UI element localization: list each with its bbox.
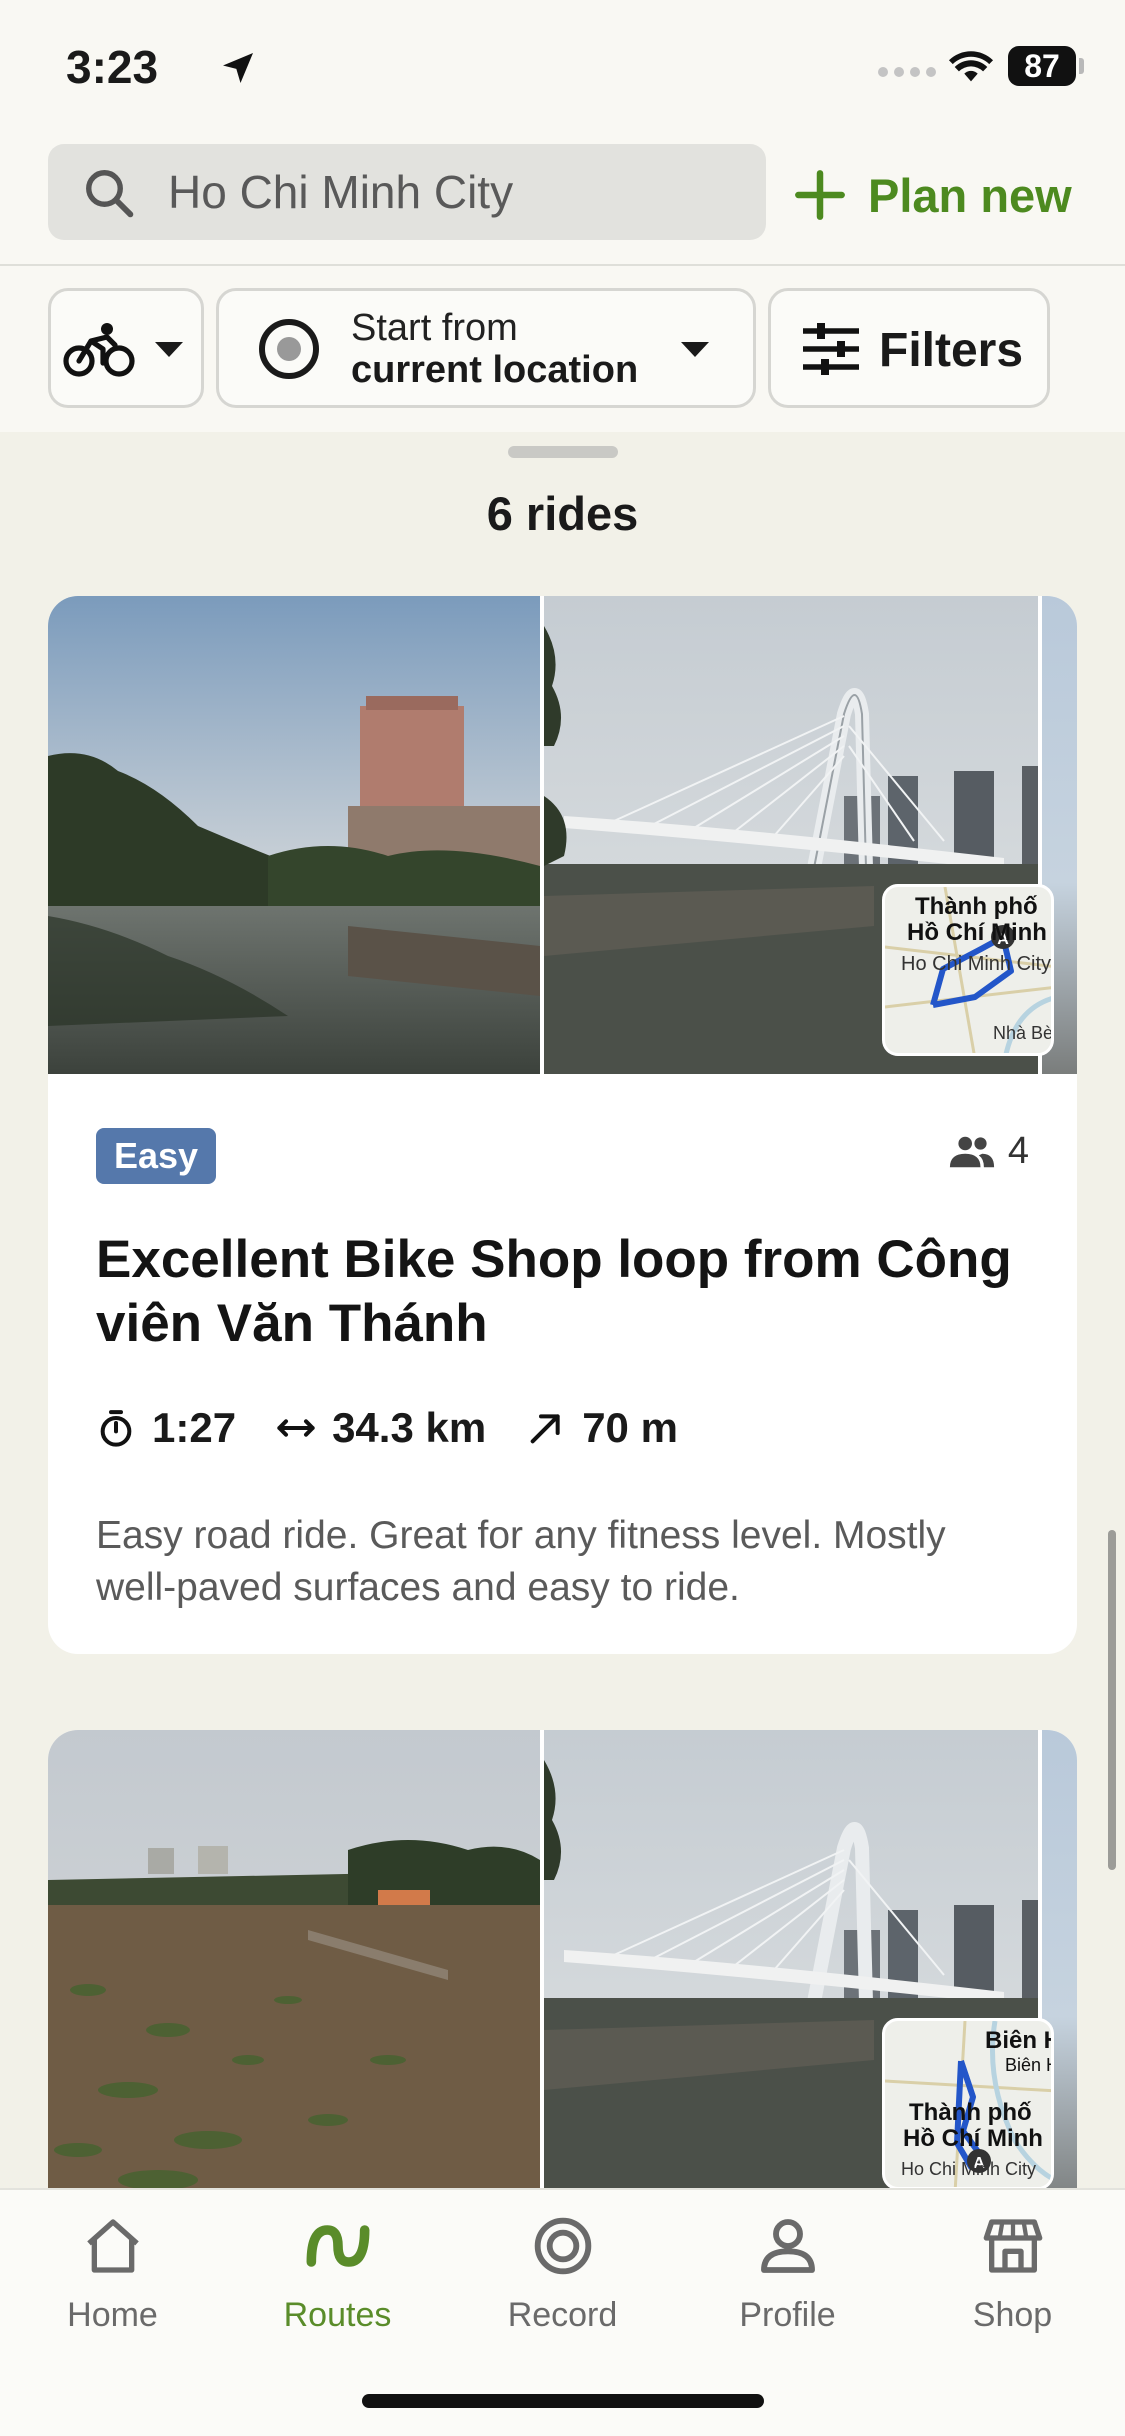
distance-value: 34.3 km <box>332 1404 487 1451</box>
elevation-value: 70 m <box>582 1404 678 1451</box>
filters-label: Filters <box>879 324 1024 377</box>
location-arrow-icon <box>223 53 253 83</box>
distance-arrows-icon <box>277 1419 315 1437</box>
tab-label: Home <box>67 2296 158 2334</box>
map-label: Thành phố <box>909 2099 1032 2126</box>
tab-shop[interactable]: Shop <box>900 2214 1125 2335</box>
shop-icon <box>983 2219 1042 2273</box>
filters-button[interactable]: Filters <box>768 288 1050 408</box>
tab-label: Shop <box>972 2296 1053 2334</box>
sport-type-dropdown[interactable] <box>48 288 204 408</box>
search-icon <box>86 170 134 218</box>
map-label: Nhà Bè <box>993 1023 1054 1043</box>
route-minimap[interactable]: A Thành phố Hồ Chí Minh Ho Chi Minh City… <box>882 884 1054 1056</box>
ride-photo-river <box>48 596 540 1074</box>
tab-routes[interactable]: Routes <box>225 2214 450 2335</box>
routes-icon <box>306 2225 369 2267</box>
bike-icon <box>63 323 135 377</box>
scrollbar[interactable] <box>1108 1530 1116 1870</box>
sheet-drag-handle[interactable] <box>508 446 618 458</box>
cellular-signal-icon <box>878 64 942 82</box>
ride-title: Excellent Bike Shop loop from Công viên … <box>96 1230 1012 1353</box>
duration-value: 1:27 <box>152 1404 237 1451</box>
map-label: Ho Chi Minh City <box>901 953 1052 975</box>
status-bar: 3:23 87 <box>0 0 1125 140</box>
ride-card[interactable]: A Thành phố Hồ Chí Minh Ho Chi Minh City… <box>48 596 1077 1654</box>
battery-tip <box>1079 58 1084 74</box>
distance-stat: 34.3 km <box>276 1404 486 1452</box>
map-label: Ho Chi Minh City <box>901 2159 1037 2179</box>
ride-count: 6 rides <box>486 487 639 540</box>
map-label: Hồ Chí Minh <box>907 919 1047 946</box>
plan-new-button[interactable]: Plan new <box>794 160 1072 230</box>
photo-carousel[interactable]: A Biên H Biên H Thành phố Hồ Chí Minh Ho… <box>48 1730 1077 2188</box>
route-minimap[interactable]: A Biên H Biên H Thành phố Hồ Chí Minh Ho… <box>882 2018 1054 2188</box>
search-input[interactable] <box>168 144 748 240</box>
home-indicator[interactable] <box>362 2394 764 2408</box>
ride-card[interactable]: A Biên H Biên H Thành phố Hồ Chí Minh Ho… <box>48 1730 1077 2188</box>
rider-count-value: 4 <box>1007 1130 1029 1172</box>
profile-icon <box>760 2219 815 2273</box>
elevation-stat: 70 m <box>526 1404 678 1452</box>
plus-icon <box>795 170 845 220</box>
tab-profile[interactable]: Profile <box>675 2214 900 2335</box>
chevron-down-icon <box>681 342 709 357</box>
tab-record[interactable]: Record <box>450 2214 675 2335</box>
stopwatch-icon <box>100 1410 132 1447</box>
photo-carousel[interactable]: A Thành phố Hồ Chí Minh Ho Chi Minh City… <box>48 596 1077 1074</box>
sliders-icon <box>803 323 859 375</box>
duration-stat: 1:27 <box>96 1404 236 1452</box>
record-icon <box>534 2217 591 2275</box>
status-time: 3:23 <box>66 41 159 93</box>
wifi-icon <box>948 51 994 82</box>
ride-description: Easy road ride. Great for any fitness le… <box>96 1514 946 1609</box>
current-location-icon <box>259 319 319 379</box>
difficulty-badge: Easy <box>96 1128 217 1184</box>
start-label: Start from <box>351 307 518 349</box>
chevron-down-icon <box>155 342 183 357</box>
battery-indicator: 87 <box>1008 46 1076 86</box>
search-bar[interactable] <box>48 144 766 240</box>
start-location-dropdown[interactable]: Start from current location <box>216 288 756 408</box>
map-label: Thành phố <box>915 893 1038 920</box>
start-value: current location <box>351 349 639 391</box>
tab-label: Profile <box>739 2296 836 2334</box>
people-icon <box>949 1136 994 1167</box>
home-icon <box>86 2219 139 2273</box>
tab-label: Routes <box>283 2296 392 2334</box>
map-label: Hồ Chí Minh <box>903 2125 1043 2152</box>
plan-new-label: Plan new <box>868 168 1072 222</box>
tab-home[interactable]: Home <box>0 2214 225 2335</box>
tab-label: Record <box>507 2296 618 2334</box>
map-label: Biên H <box>985 2027 1054 2054</box>
ride-stats: 1:27 34.3 km 70 m <box>96 1404 718 1452</box>
map-label: Biên H <box>1005 2055 1054 2075</box>
elevation-arrow-icon <box>530 1414 560 1444</box>
ride-photo-river <box>48 1730 540 2188</box>
rider-count: 4 <box>948 1130 1029 1173</box>
header-divider <box>0 264 1125 266</box>
results-sheet[interactable]: 6 rides A Thành phố Hồ Chí Minh Ho Chi M… <box>0 432 1125 2188</box>
